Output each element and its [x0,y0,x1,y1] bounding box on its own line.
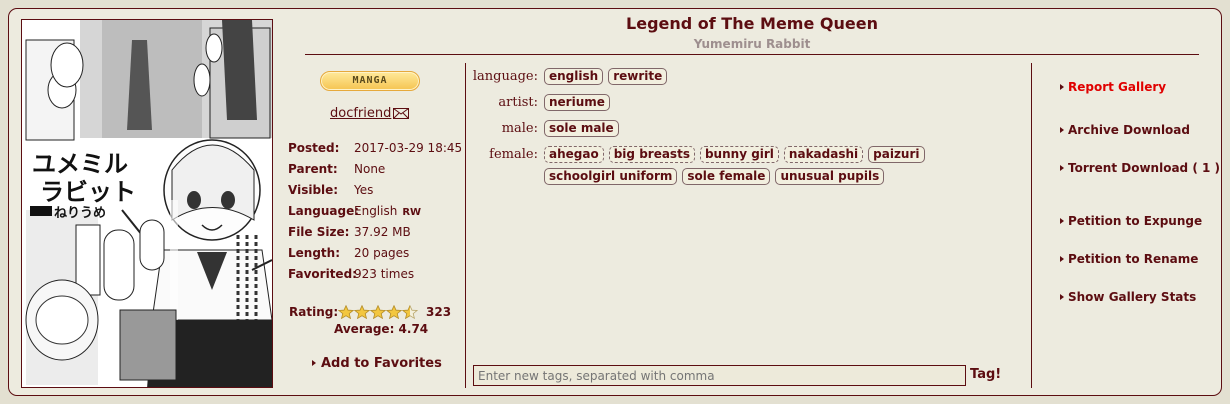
info-row-filesize: File Size: 37.92 MB [288,225,468,241]
svg-text:ラビット: ラビット [40,178,136,206]
arrow-right-icon [1060,165,1064,171]
tag-item[interactable]: sole male [544,120,619,137]
category-badge[interactable]: MANGA [320,71,420,91]
gallery-title: Legend of The Meme Queen [626,14,878,33]
info-row-parent: Parent: None [288,162,468,178]
column-divider-right [1031,63,1032,388]
info-key: Parent: [288,162,338,176]
arrow-right-icon [1060,218,1064,224]
tag-item[interactable]: paizuri [868,146,925,163]
tag-group: sole male [544,120,1014,142]
action-label: Torrent Download ( 1 ) [1068,161,1220,175]
star-icon[interactable] [354,305,370,319]
action-label: Petition to Expunge [1068,214,1203,228]
column-divider-left [465,63,466,388]
tag-group: english rewrite [544,68,1014,90]
tag-item[interactable]: unusual pupils [775,168,885,185]
tag-group: ahegao big breasts bunny girl nakadashi paiz… [544,146,1014,190]
tag-submit-button[interactable]: Tag! [970,367,1001,382]
action-label: Petition to Rename [1068,252,1199,266]
arrow-right-icon [1060,84,1064,90]
action-label: Report Gallery [1068,80,1167,94]
arrow-right-icon [1060,256,1064,262]
tag-item[interactable]: sole female [682,168,771,185]
action-label: Show Gallery Stats [1068,290,1197,304]
star-icon[interactable] [338,305,354,319]
info-value: English [354,204,398,218]
rewrite-badge: RW [402,207,422,218]
info-value: Yes [354,183,374,197]
tag-namespace: male: [501,121,538,136]
tag-namespace: female: [489,147,538,162]
mail-icon[interactable] [393,108,409,119]
tag-item[interactable]: big breasts [608,146,695,163]
title-divider [305,54,1199,55]
action-link[interactable]: Torrent Download ( 1 ) [1060,161,1220,175]
rating-average: Average: 4.74 [334,322,429,336]
add-to-favorites-link[interactable]: Add to Favorites [312,356,442,371]
action-link[interactable]: Show Gallery Stats [1060,290,1196,304]
gallery-subtitle: Yumemiru Rabbit [693,37,811,51]
svg-text:ユメミル: ユメミル [32,150,128,178]
star-icon[interactable] [386,305,402,319]
action-link[interactable]: Petition to Expunge [1060,214,1202,228]
svg-text:ねりうめ: ねりうめ [54,206,106,221]
info-row-length: Length: 20 pages [288,246,468,262]
info-value: 2017-03-29 18:45 [354,141,463,155]
uploader-link[interactable]: docfriend [330,106,391,121]
info-row-visible: Visible: Yes [288,183,468,199]
cover-illustration: ユメミル ラビット ねりうめ [22,20,272,387]
tag-namespace: language: [472,69,538,84]
tag-item[interactable]: bunny girl [699,146,779,163]
action-link[interactable]: Archive Download [1060,123,1190,137]
rating-count: 323 [426,305,452,319]
tag-item[interactable]: schoolgirl uniform [544,168,678,185]
rating-label: Rating: [289,305,339,319]
tag-item[interactable]: rewrite [608,68,668,85]
info-key: Visible: [288,183,339,197]
arrow-right-icon [312,360,316,366]
info-row-language: Language: English RW [288,204,468,220]
new-tags-input[interactable] [473,365,966,386]
info-key: Posted: [288,141,340,155]
action-label: Archive Download [1068,123,1190,137]
info-key: Length: [288,246,340,260]
add-to-favorites-label: Add to Favorites [321,356,442,371]
info-row-posted: Posted: 2017-03-29 18:45 [288,141,468,157]
tag-item[interactable]: english [544,68,604,85]
info-value: 923 times [354,267,415,281]
tag-item[interactable]: nakadashi [783,146,864,163]
arrow-right-icon [1060,127,1064,133]
info-row-favorited: Favorited: 923 times [288,267,468,283]
arrow-right-icon [1060,294,1064,300]
info-value: None [354,162,386,176]
star-icon[interactable] [370,305,386,319]
tag-group: neriume [544,94,1014,116]
action-link[interactable]: Report Gallery [1060,80,1166,94]
tag-item[interactable]: neriume [544,94,610,111]
info-key: Language: [288,204,360,218]
rating-stars[interactable] [338,305,418,319]
action-link[interactable]: Petition to Rename [1060,252,1198,266]
star-icon[interactable] [402,305,418,319]
info-value: 20 pages [354,246,410,260]
info-value-wrap: English RW [354,204,421,218]
tag-namespace: artist: [498,95,538,110]
info-value: 37.92 MB [354,225,411,239]
cover-image[interactable]: ユメミル ラビット ねりうめ [21,19,273,388]
tag-item[interactable]: ahegao [544,146,604,163]
info-key: Favorited: [288,267,357,281]
info-key: File Size: [288,225,350,239]
